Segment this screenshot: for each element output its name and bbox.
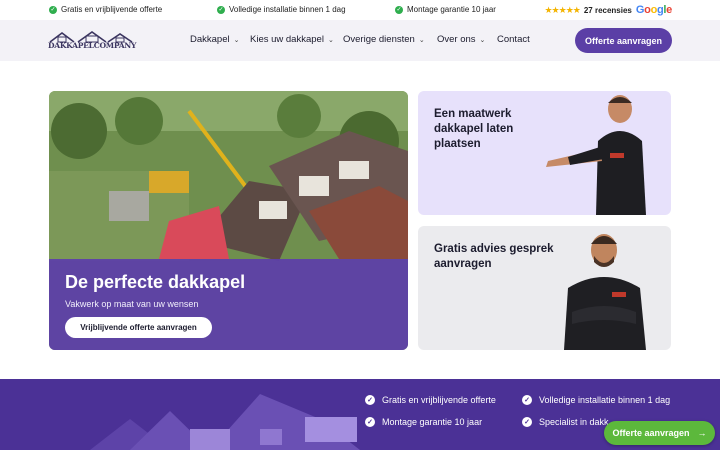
nav-label: Dakkapel	[190, 34, 230, 45]
main-navigation: DAKKAPELCOMPANY Dakkapel ⌄ Kies uw dakkap…	[0, 20, 720, 61]
chevron-down-icon: ⌄	[327, 36, 334, 44]
hero-title: De perfecte dakkapel	[65, 272, 246, 292]
site-logo[interactable]: DAKKAPELCOMPANY	[48, 31, 137, 51]
chevron-down-icon: ⌄	[479, 36, 486, 44]
nav-label: Contact	[497, 34, 530, 45]
usp-item: ✓ Gratis en vrijblijvende offerte	[49, 5, 162, 14]
band-usp-item: ✓ Volledige installatie binnen 1 dag	[522, 395, 670, 405]
chevron-down-icon: ⌄	[233, 36, 240, 44]
usp-label: Specialist in dakk...	[539, 417, 617, 427]
check-icon: ✓	[365, 395, 375, 405]
nav-item-overige-diensten[interactable]: Overige diensten ⌄	[343, 34, 425, 45]
usp-item: ✓ Volledige installatie binnen 1 dag	[217, 5, 346, 14]
usp-label: Gratis en vrijblijvende offerte	[382, 395, 496, 405]
band-usp-item: ✓ Montage garantie 10 jaar	[365, 417, 482, 427]
nav-label: Kies uw dakkapel	[250, 34, 324, 45]
maatwerk-dakkapel-card[interactable]: Een maatwerk dakkapel laten plaatsen	[418, 91, 671, 215]
nav-label: Over ons	[437, 34, 476, 45]
nav-item-over-ons[interactable]: Over ons ⌄	[437, 34, 485, 45]
hero-subtitle: Vakwerk op maat van uw wensen	[65, 299, 199, 309]
hero-banner: De perfecte dakkapel Vakwerk op maat van…	[49, 91, 408, 350]
gratis-advies-card[interactable]: Gratis advies gesprek aanvragen	[418, 226, 671, 350]
usp-label: Montage garantie 10 jaar	[407, 5, 496, 14]
logo-wordmark: DAKKAPELCOMPANY	[48, 41, 137, 50]
vrijblijvende-offerte-button[interactable]: Vrijblijvende offerte aanvragen	[65, 317, 212, 338]
nav-item-kies-uw-dakkapel[interactable]: Kies uw dakkapel ⌄	[250, 34, 334, 45]
man-pointing-photo	[546, 95, 646, 215]
check-icon: ✓	[365, 417, 375, 427]
usp-label: Volledige installatie binnen 1 dag	[229, 5, 346, 14]
review-count: 27 recensies	[583, 5, 632, 15]
check-icon: ✓	[49, 5, 57, 14]
band-usp-item: ✓ Specialist in dakk...	[522, 417, 616, 427]
chevron-down-icon: ⌄	[418, 36, 425, 44]
floating-cta-label: Offerte aanvragen	[612, 428, 690, 438]
usp-label: Montage garantie 10 jaar	[382, 417, 483, 427]
check-icon: ✓	[522, 417, 532, 427]
floating-offerte-button[interactable]: Offerte aanvragen →	[604, 421, 715, 445]
top-usp-bar: ✓ Gratis en vrijblijvende offerte ✓ Voll…	[0, 0, 720, 20]
rating-stars: ★★★★★	[544, 4, 580, 15]
offerte-aanvragen-button[interactable]: Offerte aanvragen	[575, 28, 672, 53]
arrow-right-icon: →	[697, 428, 707, 438]
man-crossed-arms-photo	[564, 234, 646, 350]
band-usp-item: ✓ Gratis en vrijblijvende offerte	[365, 395, 496, 405]
check-icon: ✓	[395, 5, 403, 14]
houses-illustration	[90, 394, 360, 450]
usp-label: Volledige installatie binnen 1 dag	[539, 395, 671, 405]
usp-item: ✓ Montage garantie 10 jaar	[395, 5, 496, 14]
usp-label: Gratis en vrijblijvende offerte	[61, 5, 163, 14]
check-icon: ✓	[217, 5, 225, 14]
google-rating[interactable]: ★★★★★ 27 recensies Google	[544, 4, 672, 16]
card-title: Een maatwerk dakkapel laten plaatsen	[434, 108, 514, 150]
nav-item-contact[interactable]: Contact	[497, 34, 530, 45]
google-logo: Google	[635, 4, 672, 16]
check-icon: ✓	[522, 395, 532, 405]
nav-label: Overige diensten	[343, 34, 415, 45]
nav-item-dakkapel[interactable]: Dakkapel ⌄	[190, 34, 239, 45]
